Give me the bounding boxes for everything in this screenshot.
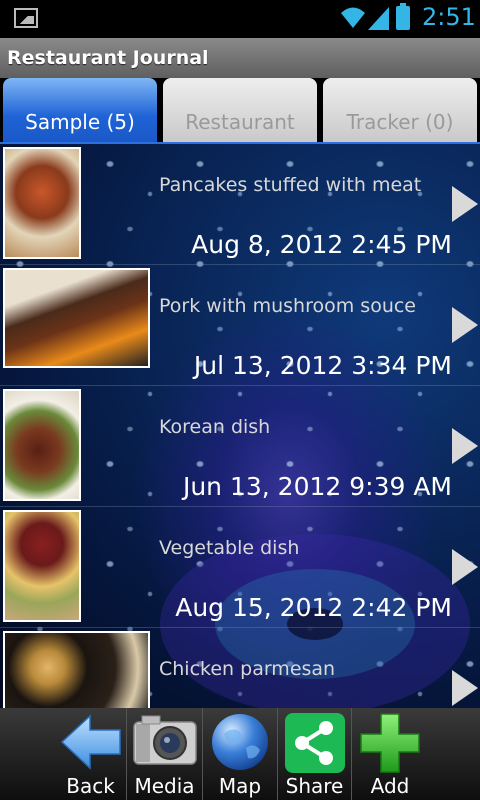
plus-icon	[360, 713, 420, 773]
entry-title: Vegetable dish	[159, 537, 300, 559]
tab-tracker[interactable]: Tracker (0)	[323, 78, 477, 142]
list-item[interactable]: Korean dish Jun 13, 2012 9:39 AM	[0, 386, 480, 507]
dish-thumbnail	[3, 510, 81, 622]
chevron-right-icon[interactable]	[452, 549, 478, 585]
tab-bar: Sample (5) Restaurant Tracker (0)	[0, 78, 480, 144]
camera-icon	[132, 715, 197, 765]
entry-title: Pancakes stuffed with meat	[159, 174, 422, 196]
chevron-right-icon[interactable]	[452, 428, 478, 464]
share-icon	[284, 713, 345, 773]
wifi-icon	[341, 7, 365, 28]
entry-date: Aug 15, 2012 2:42 PM	[175, 593, 452, 622]
back-label: Back	[66, 774, 115, 798]
share-label: Share	[285, 774, 344, 798]
add-button[interactable]: Add	[352, 708, 428, 800]
page-title: Restaurant Journal	[0, 38, 480, 78]
image-notification-icon	[14, 8, 38, 28]
cell-signal-icon	[368, 7, 389, 30]
back-button[interactable]: Back	[55, 708, 127, 800]
clock: 2:51	[422, 3, 476, 31]
entry-date: Aug 8, 2012 2:45 PM	[191, 230, 452, 259]
entry-date: Jun 13, 2012 9:39 AM	[182, 472, 452, 501]
media-label: Media	[134, 774, 195, 798]
share-button[interactable]: Share	[278, 708, 352, 800]
entry-title: Chicken parmesan	[159, 658, 336, 680]
list-item[interactable]: Vegetable dish Aug 15, 2012 2:42 PM	[0, 507, 480, 628]
dish-thumbnail	[3, 389, 81, 501]
globe-icon	[212, 714, 268, 770]
chevron-right-icon[interactable]	[452, 186, 478, 222]
bottom-toolbar: Back Media Map Share Add	[0, 708, 480, 800]
entry-date: Jul 13, 2012 3:34 PM	[193, 351, 452, 380]
back-arrow-icon	[60, 714, 121, 770]
map-label: Map	[218, 774, 262, 798]
map-button[interactable]: Map	[203, 708, 278, 800]
status-bar: 2:51	[0, 0, 480, 38]
media-button[interactable]: Media	[127, 708, 203, 800]
chevron-right-icon[interactable]	[452, 670, 478, 706]
add-label: Add	[370, 774, 410, 798]
dish-thumbnail	[3, 147, 81, 259]
entry-title: Pork with mushroom souce	[159, 295, 416, 317]
battery-icon	[396, 3, 410, 30]
dish-thumbnail	[3, 268, 150, 368]
list-item[interactable]: Pork with mushroom souce Jul 13, 2012 3:…	[0, 265, 480, 386]
list-item[interactable]: Chicken parmesan	[0, 628, 480, 708]
chevron-right-icon[interactable]	[452, 307, 478, 343]
entry-list[interactable]: Pancakes stuffed with meat Aug 8, 2012 2…	[0, 144, 480, 708]
entry-title: Korean dish	[159, 416, 271, 438]
list-item[interactable]: Pancakes stuffed with meat Aug 8, 2012 2…	[0, 144, 480, 265]
dish-thumbnail	[3, 631, 150, 708]
tab-sample[interactable]: Sample (5)	[3, 78, 157, 142]
tab-restaurant[interactable]: Restaurant	[163, 78, 317, 142]
